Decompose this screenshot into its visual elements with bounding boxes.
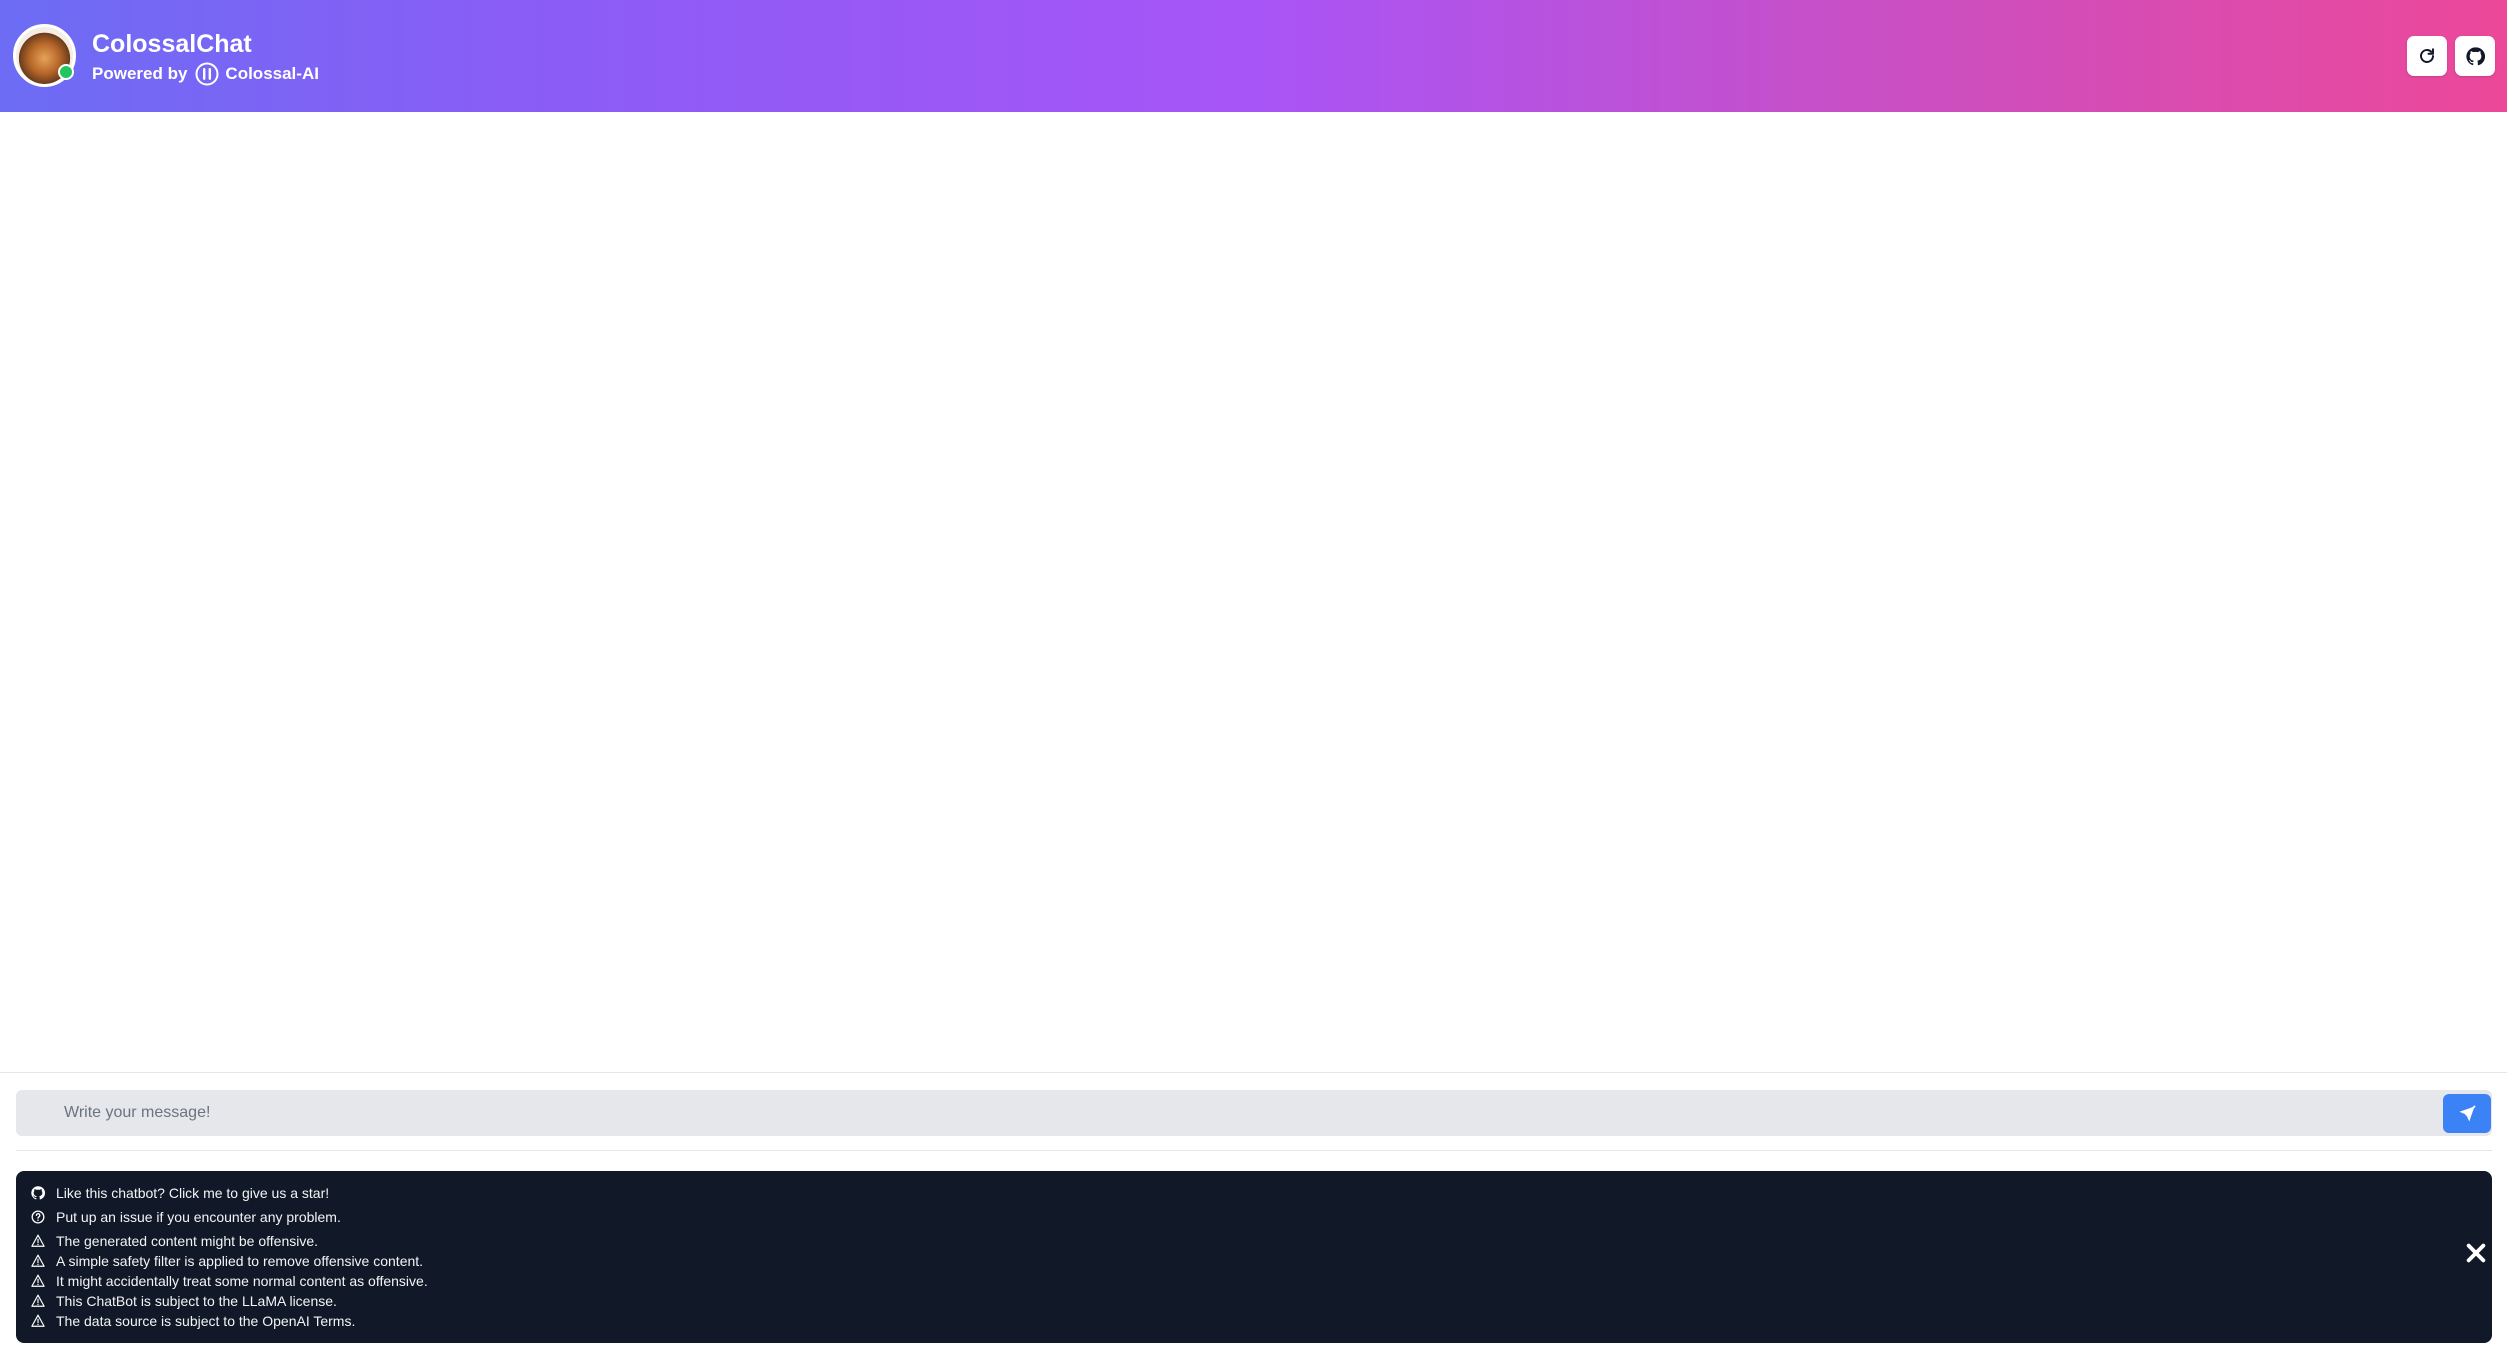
warning-icon [30, 1273, 46, 1289]
online-status-indicator [58, 64, 74, 80]
notice-text: A simple safety filter is applied to rem… [56, 1253, 424, 1269]
notice-text: The data source is subject to the OpenAI… [56, 1313, 356, 1329]
github-icon [2465, 46, 2485, 65]
notice-warning: The data source is subject to the OpenAI… [30, 1311, 428, 1331]
notice-issue-link[interactable]: Put up an issue if you encounter any pro… [30, 1207, 428, 1227]
chat-app: ColossalChat Powered by Colossal-AI Writ… [0, 0, 2507, 1359]
warning-icon [30, 1233, 46, 1249]
notice-warning: It might accidentally treat some normal … [30, 1271, 428, 1291]
chat-messages-area [0, 112, 2507, 1072]
powered-by-label: Powered by [92, 64, 188, 83]
notice-list: Like this chatbot? Click me to give us a… [30, 1183, 428, 1331]
send-icon [2459, 1105, 2476, 1121]
message-input[interactable] [36, 1090, 2436, 1136]
notice-divider [16, 1150, 2492, 1151]
colossal-ai-logo-icon [195, 62, 219, 86]
message-input-bar [16, 1090, 2492, 1136]
notice-text: Like this chatbot? Click me to give us a… [56, 1185, 330, 1201]
notice-text: This ChatBot is subject to the LLaMA lic… [56, 1293, 337, 1309]
send-button[interactable] [2443, 1094, 2491, 1133]
notice-warning: The generated content might be offensive… [30, 1231, 428, 1251]
refresh-icon [2420, 48, 2434, 63]
notice-text: Put up an issue if you encounter any pro… [56, 1209, 341, 1225]
warning-icon [30, 1293, 46, 1309]
title-block: ColossalChat Powered by Colossal-AI [92, 28, 319, 86]
notice-text: The generated content might be offensive… [56, 1233, 319, 1249]
notice-warning: This ChatBot is subject to the LLaMA lic… [30, 1291, 428, 1311]
app-header: ColossalChat Powered by Colossal-AI [0, 0, 2507, 112]
close-notice-button[interactable] [2456, 1233, 2496, 1273]
notice-star-link[interactable]: Like this chatbot? Click me to give us a… [30, 1183, 428, 1203]
notice-warning: A simple safety filter is applied to rem… [30, 1251, 428, 1271]
notice-panel: Like this chatbot? Click me to give us a… [16, 1171, 2492, 1343]
github-button[interactable] [2455, 36, 2495, 76]
question-circle-icon [30, 1209, 46, 1225]
warning-icon [30, 1313, 46, 1329]
close-icon [2466, 1243, 2486, 1263]
powered-by-row: Powered by Colossal-AI [92, 62, 319, 86]
bot-avatar [13, 24, 76, 87]
app-title: ColossalChat [92, 30, 252, 58]
input-divider [0, 1072, 2507, 1073]
refresh-button[interactable] [2407, 36, 2447, 76]
notice-text: It might accidentally treat some normal … [56, 1273, 428, 1289]
brand-name[interactable]: Colossal-AI [225, 64, 319, 84]
github-icon [30, 1185, 46, 1201]
warning-icon [30, 1253, 46, 1269]
